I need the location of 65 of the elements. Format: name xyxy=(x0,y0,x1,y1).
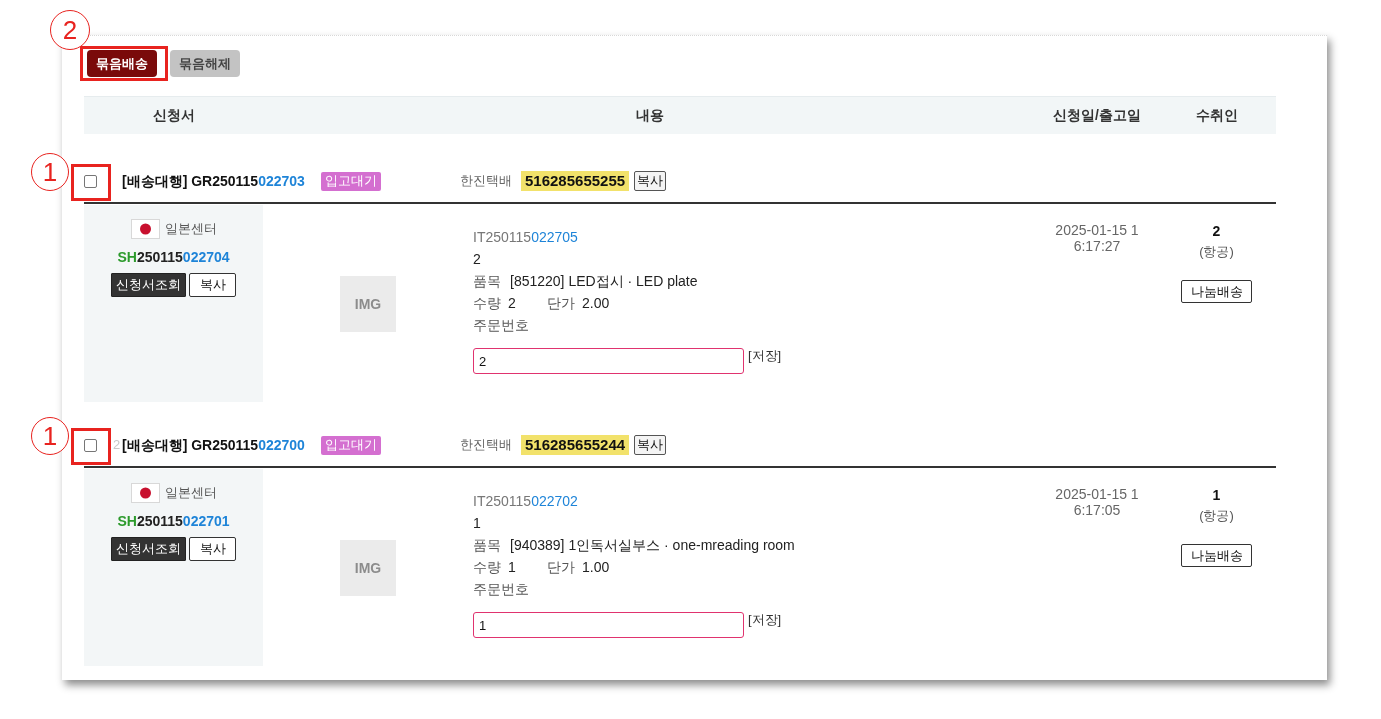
copy-button[interactable]: 복사 xyxy=(189,537,236,561)
callout-number: 1 xyxy=(31,416,69,455)
item-name: 2 xyxy=(473,250,481,269)
product-label: 품목 xyxy=(473,536,501,555)
status-badge: 입고대기 xyxy=(320,171,381,191)
quantity-label: 수량 xyxy=(473,558,501,577)
item-name: 1 xyxy=(473,514,481,533)
tracking-number: 516285655244 xyxy=(521,435,630,455)
request-date: 2025-01-15 16:17:27 xyxy=(1054,222,1140,254)
request-date: 2025-01-15 16:17:05 xyxy=(1054,486,1140,518)
column-header: 내용 xyxy=(636,106,664,125)
center-name: 일본센터 xyxy=(164,484,217,503)
save-link[interactable]: [저장] xyxy=(748,612,782,628)
quantity-value: 1 xyxy=(508,558,516,577)
bundle-button[interactable]: 묶음해제 xyxy=(170,50,240,77)
save-link[interactable]: [저장] xyxy=(748,348,782,364)
column-header: 신청서 xyxy=(152,106,195,125)
tracking-number: 516285655255 xyxy=(521,171,630,191)
copy-button[interactable]: 복사 xyxy=(634,435,667,455)
courier-name: 한진택배 xyxy=(460,172,512,191)
item-code: IT250115022705 xyxy=(473,228,578,247)
order-title: [배송대행] GR250115022703 xyxy=(122,171,305,191)
checkbox[interactable] xyxy=(84,174,97,188)
split-shipping-button[interactable]: 나눔배송 xyxy=(1181,280,1252,303)
shipping-method: (항공) xyxy=(1199,243,1234,261)
view-application-button[interactable]: 신청서조회 xyxy=(111,537,186,561)
price-label: 단가 xyxy=(547,294,575,313)
price-value: 2.00 xyxy=(582,294,610,313)
checkbox[interactable] xyxy=(84,438,97,452)
center-name: 일본센터 xyxy=(164,220,217,239)
recipient-count: 2 xyxy=(1212,222,1221,240)
product-name: [940389] 1인독서실부스 · one-mreading room xyxy=(510,536,795,555)
quantity-value: 2 xyxy=(508,294,516,313)
item-code: IT250115022702 xyxy=(473,492,578,511)
product-name: [851220] LED접시 · LED plate xyxy=(510,272,698,291)
column-header: 신청일/출고일 xyxy=(1053,106,1141,125)
shipping-method: (항공) xyxy=(1199,507,1234,525)
recipient-count: 1 xyxy=(1212,486,1221,504)
highlight-frame xyxy=(71,163,111,201)
order-number-input[interactable]: 2 xyxy=(473,348,744,374)
shipment-number: SH250115022701 xyxy=(117,512,230,531)
quantity-label: 수량 xyxy=(473,294,501,313)
callout-number: 1 xyxy=(31,152,69,191)
copy-button[interactable]: 복사 xyxy=(634,171,667,191)
price-label: 단가 xyxy=(547,558,575,577)
image-label: IMG xyxy=(354,560,382,575)
order-number-input[interactable]: 1 xyxy=(473,612,744,638)
callout-number: 2 xyxy=(50,10,90,50)
order-number-label: 주문번호 xyxy=(473,316,529,335)
highlight-frame xyxy=(71,427,111,465)
bundle-button[interactable]: 묶음배송 xyxy=(87,50,157,77)
column-header: 수취인 xyxy=(1195,106,1238,125)
shipment-number: SH250115022704 xyxy=(117,248,230,267)
order-title: [배송대행] GR250115022700 xyxy=(122,435,305,455)
split-shipping-button[interactable]: 나눔배송 xyxy=(1181,544,1252,567)
product-label: 품목 xyxy=(473,272,501,291)
status-badge: 입고대기 xyxy=(320,435,381,455)
flag-icon xyxy=(130,483,160,503)
view-application-button[interactable]: 신청서조회 xyxy=(111,273,186,297)
order-number-label: 주문번호 xyxy=(473,580,529,599)
price-value: 1.00 xyxy=(582,558,610,577)
copy-button[interactable]: 복사 xyxy=(189,273,236,297)
image-label: IMG xyxy=(354,296,382,311)
flag-icon xyxy=(130,219,160,239)
courier-name: 한진택배 xyxy=(460,436,512,455)
